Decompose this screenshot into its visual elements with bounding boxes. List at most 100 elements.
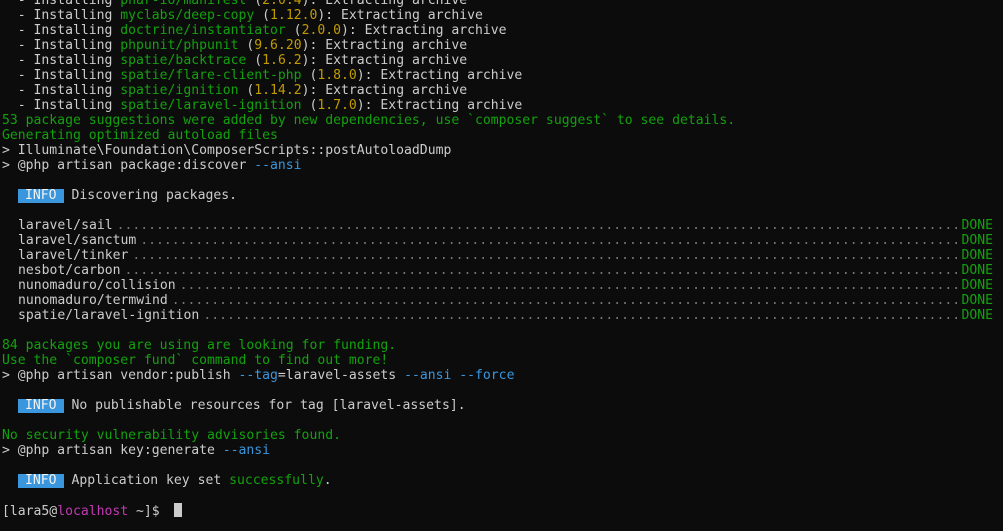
discovered-package-name: nunomaduro/collision	[18, 278, 176, 293]
install-package: spatie/backtrace	[120, 53, 247, 68]
publish-ansi-flag: --ansi	[404, 368, 452, 383]
install-paren: (	[246, 53, 263, 68]
discovered-package-status: DONE	[961, 308, 993, 323]
install-package: spatie/laravel-ignition	[120, 98, 302, 113]
info-badge: INFO	[18, 189, 64, 203]
install-package: spatie/flare-client-php	[120, 68, 302, 83]
keygen-info-line: INFO Application key set successfully.	[2, 473, 1003, 488]
publish-force-flag: --force	[459, 368, 515, 383]
discovered-package-status: DONE	[961, 248, 993, 263]
info-badge: INFO	[18, 399, 64, 413]
suggestions-message: 53 package suggestions were added by new…	[2, 113, 736, 128]
install-suffix: ): Extracting archive	[356, 68, 523, 83]
install-package: doctrine/instantiator	[120, 23, 286, 38]
prompt-host: localhost	[57, 504, 129, 519]
discovered-package-row: nunomaduro/termwind.....................…	[2, 293, 1003, 308]
discovered-package-row: laravel/tinker..........................…	[2, 248, 1003, 263]
discovered-package-row: laravel/sail............................…	[2, 218, 1003, 233]
discovered-package-row: spatie/laravel-ignition.................…	[2, 308, 1003, 323]
discovered-package-name: nunomaduro/termwind	[18, 293, 168, 308]
install-version: 9.6.20	[254, 38, 302, 53]
discovered-packages: laravel/sail............................…	[2, 218, 1003, 323]
install-version: 1.12.0	[270, 8, 318, 23]
security-message: No security vulnerability advisories fou…	[2, 428, 341, 443]
dot-leader: ........................................…	[179, 278, 962, 293]
install-version: 1.14.2	[254, 83, 302, 98]
dot-leader: ........................................…	[203, 308, 962, 323]
discovered-package-status: DONE	[961, 233, 993, 248]
dot-leader: ........................................…	[124, 263, 961, 278]
discovered-package-row: nunomaduro/collision....................…	[2, 278, 1003, 293]
dot-leader: ........................................…	[132, 248, 961, 263]
keygen-command-flag: --ansi	[222, 443, 271, 458]
install-log: - Installing phar-io/manifest (2.0.4): E…	[2, 0, 1003, 113]
publish-command-text: > @php artisan vendor:publish	[2, 368, 239, 383]
keygen-message: Application key set	[71, 473, 230, 488]
install-paren: (	[254, 8, 271, 23]
discovered-package-row: nesbot/carbon...........................…	[2, 263, 1003, 278]
funding-message-1: 84 packages you are using are looking fo…	[2, 338, 397, 353]
install-package: phar-io/manifest	[120, 0, 247, 8]
postautoload-command: > Illuminate\Foundation\ComposerScripts:…	[2, 143, 452, 158]
install-line: - Installing myclabs/deep-copy (1.12.0):…	[2, 8, 1003, 23]
discover-command-flag: --ansi	[254, 158, 302, 173]
install-paren: (	[246, 0, 263, 8]
keygen-dot: .	[323, 473, 332, 488]
funding-message-2: Use the `composer fund` command to find …	[2, 353, 389, 368]
discovered-package-row: laravel/sanctum.........................…	[2, 233, 1003, 248]
install-prefix: - Installing	[2, 38, 121, 53]
publish-message: No publishable resources for tag [larave…	[71, 398, 466, 413]
install-version: 1.7.0	[317, 98, 357, 113]
prompt-dir: ~]$	[128, 504, 168, 519]
install-line: - Installing spatie/backtrace (1.6.2): E…	[2, 53, 1003, 68]
dot-leader: ........................................…	[140, 233, 961, 248]
discovered-package-name: nesbot/carbon	[18, 263, 121, 278]
install-line: - Installing spatie/laravel-ignition (1.…	[2, 98, 1003, 113]
install-package: phpunit/phpunit	[120, 38, 239, 53]
info-badge: INFO	[18, 474, 64, 488]
install-suffix: ): Extracting archive	[301, 0, 468, 8]
discover-command: > @php artisan package:discover --ansi	[2, 158, 1003, 173]
install-prefix: - Installing	[2, 83, 121, 98]
install-paren: (	[301, 68, 318, 83]
discovered-package-status: DONE	[961, 293, 993, 308]
install-prefix: - Installing	[2, 53, 121, 68]
discover-message: Discovering packages.	[71, 188, 237, 203]
discovered-package-name: spatie/laravel-ignition	[18, 308, 200, 323]
install-prefix: - Installing	[2, 23, 121, 38]
publish-tag-flag: --tag	[238, 368, 278, 383]
install-line: - Installing spatie/ignition (1.14.2): E…	[2, 83, 1003, 98]
install-suffix: ): Extracting archive	[301, 83, 468, 98]
install-line: - Installing phar-io/manifest (2.0.4): E…	[2, 0, 1003, 8]
install-package: spatie/ignition	[120, 83, 239, 98]
autoload-message: Generating optimized autoload files	[2, 128, 278, 143]
install-version: 1.8.0	[317, 68, 357, 83]
install-suffix: ): Extracting archive	[317, 8, 483, 23]
discovered-package-name: laravel/sanctum	[18, 233, 137, 248]
discover-info-line: INFO Discovering packages.	[2, 188, 1003, 203]
shell-prompt[interactable]: [lara5@localhost ~]$	[2, 503, 1003, 519]
install-paren: (	[285, 23, 302, 38]
dot-leader: ........................................…	[116, 218, 962, 233]
discovered-package-name: laravel/sail	[18, 218, 113, 233]
dot-leader: ........................................…	[171, 293, 962, 308]
discovered-package-status: DONE	[961, 218, 993, 233]
install-line: - Installing doctrine/instantiator (2.0.…	[2, 23, 1003, 38]
terminal-window[interactable]: - Installing phar-io/manifest (2.0.4): E…	[0, 0, 1003, 524]
install-suffix: ): Extracting archive	[301, 38, 468, 53]
discovered-package-status: DONE	[961, 278, 993, 293]
install-paren: (	[238, 38, 255, 53]
install-paren: (	[238, 83, 255, 98]
install-line: - Installing spatie/flare-client-php (1.…	[2, 68, 1003, 83]
install-prefix: - Installing	[2, 68, 121, 83]
publish-tag-value: =laravel-assets	[277, 368, 405, 383]
install-paren: (	[301, 98, 318, 113]
discovered-package-name: laravel/tinker	[18, 248, 129, 263]
install-prefix: - Installing	[2, 98, 121, 113]
install-prefix: - Installing	[2, 0, 121, 8]
keygen-success: successfully	[229, 473, 324, 488]
text-cursor[interactable]	[173, 503, 182, 517]
install-suffix: ): Extracting archive	[341, 23, 507, 38]
install-suffix: ): Extracting archive	[356, 98, 523, 113]
install-version: 1.6.2	[262, 53, 302, 68]
